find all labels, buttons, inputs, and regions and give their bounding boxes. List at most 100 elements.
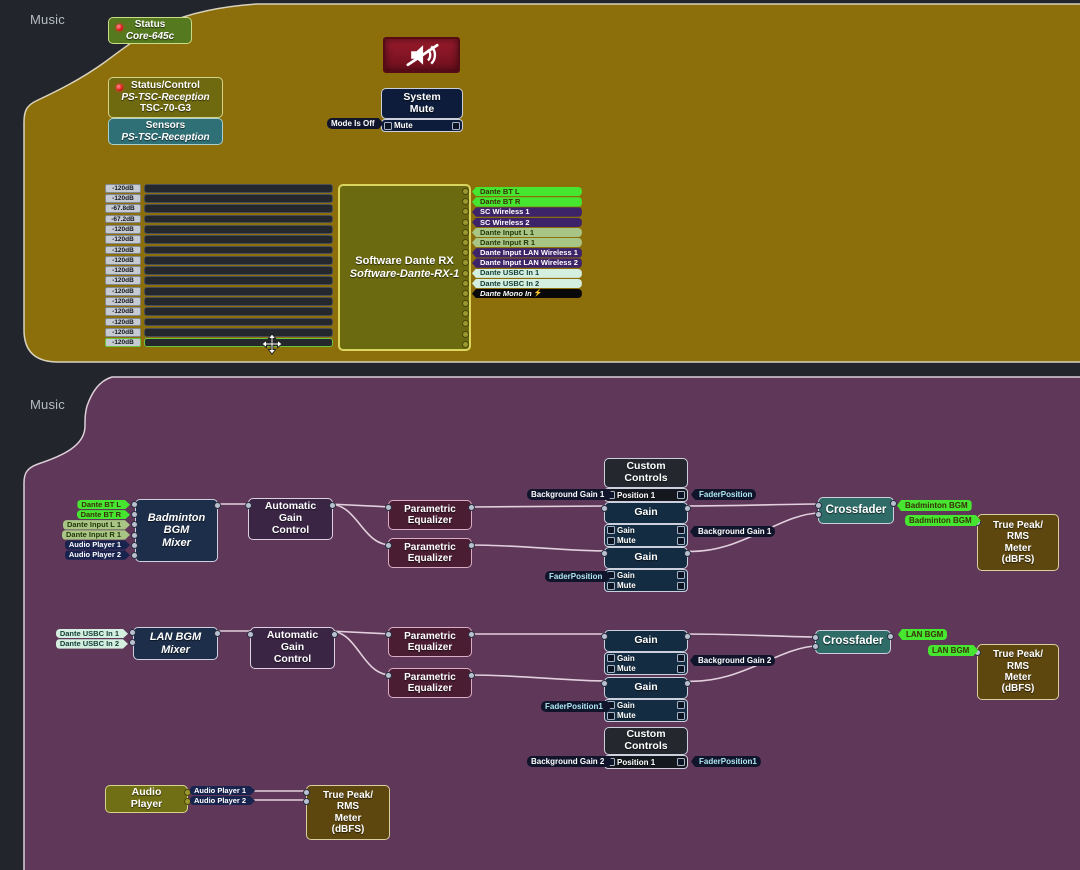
cc2-position-pin-row[interactable]: Position 1 xyxy=(604,755,688,769)
position-checkbox-pin[interactable] xyxy=(677,758,685,766)
meter-row[interactable]: -67.2dB xyxy=(105,214,333,224)
custom-controls-block-1[interactable]: Custom Controls xyxy=(604,458,688,488)
mute-checkbox-pin[interactable] xyxy=(677,665,685,673)
gain1-control-pin-row[interactable]: Gain Mute xyxy=(604,524,688,547)
gain-checkbox-pin[interactable] xyxy=(607,654,615,662)
pin[interactable] xyxy=(462,331,469,338)
system-mute-block[interactable]: System Mute xyxy=(381,88,463,119)
pin[interactable] xyxy=(131,552,138,559)
status-block[interactable]: Status Core-645c xyxy=(108,17,192,44)
input-pin[interactable] xyxy=(303,789,310,796)
input-pin[interactable] xyxy=(247,631,254,638)
signal-tag-badminton-bgm-in[interactable]: Badminton BGM xyxy=(905,515,981,526)
signal-tag[interactable]: Dante USBC In 1 xyxy=(472,269,582,278)
agc-block-1[interactable]: Automatic Gain Control xyxy=(248,498,333,540)
mute-checkbox-pin[interactable] xyxy=(677,582,685,590)
output-pin[interactable] xyxy=(214,502,221,509)
signal-tag[interactable]: Dante Input L 1 xyxy=(472,228,582,237)
wire-tag-background-gain-2-in[interactable]: Background Gain 2 xyxy=(527,756,613,767)
signal-tag[interactable]: Dante USBC In 1 xyxy=(56,629,128,638)
wire-tag-faderposition-out[interactable]: FaderPosition xyxy=(691,489,756,500)
badminton-bgm-mixer-block[interactable]: Badminton BGM Mixer xyxy=(135,499,218,562)
signal-tag[interactable]: Dante Mono In⚡ xyxy=(472,289,582,298)
parametric-eq-block-4[interactable]: Parametric Equalizer xyxy=(388,668,472,698)
output-pin[interactable] xyxy=(684,505,691,512)
system-mute-pin-row[interactable]: Mute xyxy=(381,119,463,132)
mute-checkbox-pin[interactable] xyxy=(607,582,615,590)
meter-row[interactable]: -120dB xyxy=(105,296,333,306)
meter-row[interactable]: -120dB xyxy=(105,317,333,327)
gain-checkbox-pin[interactable] xyxy=(677,526,685,534)
output-pin[interactable] xyxy=(887,633,894,640)
input-pin[interactable] xyxy=(601,680,608,687)
signal-tag-badminton-bgm-out[interactable]: Badminton BGM xyxy=(897,500,972,511)
input-pin[interactable] xyxy=(385,504,392,511)
gain2-control-pin-row[interactable]: Gain Mute xyxy=(604,569,688,592)
pin[interactable] xyxy=(131,501,138,508)
meter-row[interactable]: -120dB xyxy=(105,245,333,255)
level-meter[interactable]: -120dB-120dB-67.8dB-67.2dB-120dB-120dB-1… xyxy=(105,183,333,351)
input-pin[interactable] xyxy=(601,505,608,512)
gain-block-4[interactable]: Gain xyxy=(604,677,688,699)
crossfader-block-2[interactable]: Crossfader xyxy=(815,630,891,654)
signal-tag[interactable]: Dante Input L 1 xyxy=(63,520,130,529)
signal-tag[interactable]: Dante BT L xyxy=(472,187,582,196)
mute-checkbox-pin[interactable] xyxy=(607,537,615,545)
output-pin[interactable] xyxy=(468,672,475,679)
mute-checkbox-pin[interactable] xyxy=(384,122,392,130)
input-pin[interactable] xyxy=(385,542,392,549)
meter-row[interactable]: -120dB xyxy=(105,307,333,317)
gain-block-3[interactable]: Gain xyxy=(604,630,688,652)
input-pin[interactable] xyxy=(815,502,822,509)
output-pin[interactable] xyxy=(684,550,691,557)
pin[interactable] xyxy=(462,300,469,307)
input-pin[interactable] xyxy=(812,643,819,650)
mute-checkbox-pin[interactable] xyxy=(677,537,685,545)
parametric-eq-block-3[interactable]: Parametric Equalizer xyxy=(388,627,472,657)
gain-block-1[interactable]: Gain xyxy=(604,502,688,524)
pin[interactable] xyxy=(462,239,469,246)
gain-checkbox-pin[interactable] xyxy=(677,571,685,579)
wire-tag-faderposition1-out[interactable]: FaderPosition1 xyxy=(691,756,761,767)
peak-meter-block-3[interactable]: True Peak/ RMS Meter (dBFS) xyxy=(306,785,390,840)
wire-tag-background-gain-1-in[interactable]: Background Gain 1 xyxy=(527,489,613,500)
signal-tag[interactable]: Dante Input LAN Wireless 1 xyxy=(472,248,582,257)
parametric-eq-block-1[interactable]: Parametric Equalizer xyxy=(388,500,472,530)
signal-tag[interactable]: Audio Player 1 xyxy=(65,540,130,549)
sensors-block[interactable]: Sensors PS-TSC-Reception xyxy=(108,118,223,145)
signal-tag[interactable]: Audio Player 1 xyxy=(190,786,255,795)
pin[interactable] xyxy=(131,511,138,518)
gain4-control-pin-row[interactable]: Gain Mute xyxy=(604,699,688,722)
output-pin[interactable] xyxy=(684,680,691,687)
signal-tag-lan-bgm-in[interactable]: LAN BGM xyxy=(928,645,978,656)
gain-block-2[interactable]: Gain xyxy=(604,547,688,569)
output-pin[interactable] xyxy=(468,504,475,511)
pin[interactable] xyxy=(462,320,469,327)
signal-tag[interactable]: Dante BT L xyxy=(77,500,130,509)
pin[interactable] xyxy=(462,229,469,236)
position-checkbox-pin[interactable] xyxy=(677,491,685,499)
signal-tag[interactable]: SC Wireless 1 xyxy=(472,207,582,216)
meter-row[interactable]: -120dB xyxy=(105,193,333,203)
input-pin[interactable] xyxy=(812,634,819,641)
pin[interactable] xyxy=(462,310,469,317)
input-pin[interactable] xyxy=(601,633,608,640)
signal-tag[interactable]: Dante BT R xyxy=(472,197,582,206)
meter-row[interactable]: -120dB xyxy=(105,276,333,286)
signal-tag-lan-bgm-out[interactable]: LAN BGM xyxy=(898,629,947,640)
output-pin[interactable] xyxy=(331,631,338,638)
mute-checkbox-pin[interactable] xyxy=(607,665,615,673)
input-pin[interactable] xyxy=(385,672,392,679)
pin[interactable] xyxy=(462,198,469,205)
signal-tag[interactable]: Dante USBC In 2 xyxy=(472,279,582,288)
peak-meter-block-2[interactable]: True Peak/ RMS Meter (dBFS) xyxy=(977,644,1059,700)
gain-checkbox-pin[interactable] xyxy=(607,526,615,534)
pin[interactable] xyxy=(131,542,138,549)
wire-tag-faderposition-in[interactable]: FaderPosition xyxy=(545,571,611,582)
pin[interactable] xyxy=(462,188,469,195)
audio-player-block[interactable]: Audio Player xyxy=(105,785,188,813)
output-pin[interactable] xyxy=(890,500,897,507)
tab-music-bottom[interactable]: Music xyxy=(30,397,65,412)
input-pin[interactable] xyxy=(385,631,392,638)
pin[interactable] xyxy=(129,629,136,636)
